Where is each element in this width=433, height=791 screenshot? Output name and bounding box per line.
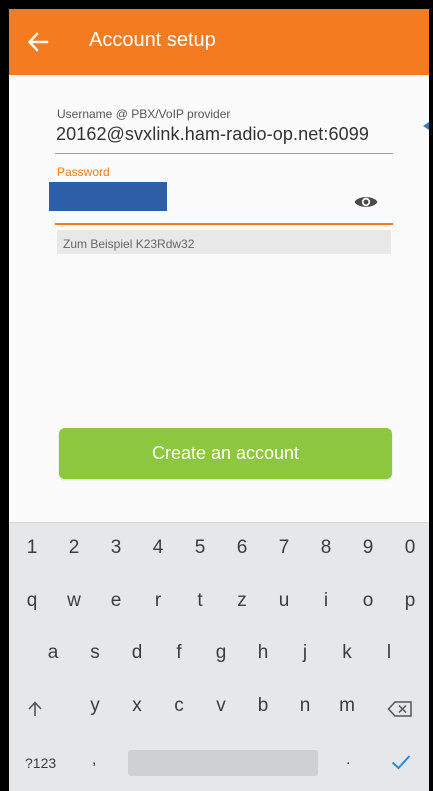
key[interactable]: q [17,590,47,612]
key[interactable]: 6 [227,537,257,559]
checkmark-icon [391,755,411,770]
scroll-indicator-icon [423,122,429,130]
shift-arrow-icon [28,701,42,716]
key[interactable]: 4 [143,537,173,559]
key[interactable]: o [353,590,383,612]
shift-key[interactable] [26,700,44,723]
key[interactable]: t [185,590,215,612]
username-underline [55,153,393,154]
key[interactable]: i [311,590,341,612]
key[interactable]: 3 [101,537,131,559]
key[interactable]: p [395,590,425,612]
backspace-icon [387,701,412,717]
password-field[interactable] [49,182,167,211]
key[interactable]: n [290,695,320,717]
key[interactable]: x [122,695,152,717]
key[interactable]: b [248,695,278,717]
key[interactable]: 0 [395,537,425,559]
username-field[interactable]: 20162@svxlink.ham-radio-op.net:6099 [56,124,369,145]
key[interactable]: w [59,590,89,612]
password-label: Password [57,165,110,179]
key[interactable]: a [38,642,68,664]
key[interactable]: d [122,642,152,664]
username-label: Username @ PBX/VoIP provider [57,107,231,121]
key[interactable]: l [374,642,404,664]
key[interactable]: h [248,642,278,664]
arrow-left-icon [27,32,49,52]
key[interactable]: z [227,590,257,612]
key[interactable]: g [206,642,236,664]
key[interactable]: k [332,642,362,664]
create-account-button[interactable]: Create an account [59,428,392,479]
comma-key[interactable]: , [92,751,96,769]
page-title: Account setup [89,29,216,51]
back-button[interactable] [23,27,53,57]
key[interactable]: e [101,590,131,612]
space-key[interactable] [128,750,318,776]
key[interactable]: 7 [269,537,299,559]
period-key[interactable]: . [346,751,350,769]
key[interactable]: y [80,695,110,717]
key[interactable]: f [164,642,194,664]
key[interactable]: v [206,695,236,717]
app-bar: Account setup [9,9,429,75]
app-screen: Account setup Username @ PBX/VoIP provid… [9,9,429,791]
key[interactable]: 5 [185,537,215,559]
key[interactable]: 9 [353,537,383,559]
key[interactable]: r [143,590,173,612]
done-key[interactable] [390,752,412,772]
key[interactable]: m [332,695,362,717]
symbols-key[interactable]: ?123 [25,755,56,771]
show-password-button[interactable] [353,191,379,213]
password-underline [55,223,393,225]
backspace-key[interactable] [387,700,413,723]
key[interactable]: s [80,642,110,664]
key[interactable]: u [269,590,299,612]
soft-keyboard: 1 2 3 4 5 6 7 8 9 0 q w e r t z u i o p … [9,522,429,791]
key[interactable]: 2 [59,537,89,559]
key[interactable]: 1 [17,537,47,559]
key[interactable]: 8 [311,537,341,559]
eye-icon [354,197,378,207]
key[interactable]: j [290,642,320,664]
key[interactable]: c [164,695,194,717]
password-hint: Zum Beispiel K23Rdw32 [57,230,391,254]
